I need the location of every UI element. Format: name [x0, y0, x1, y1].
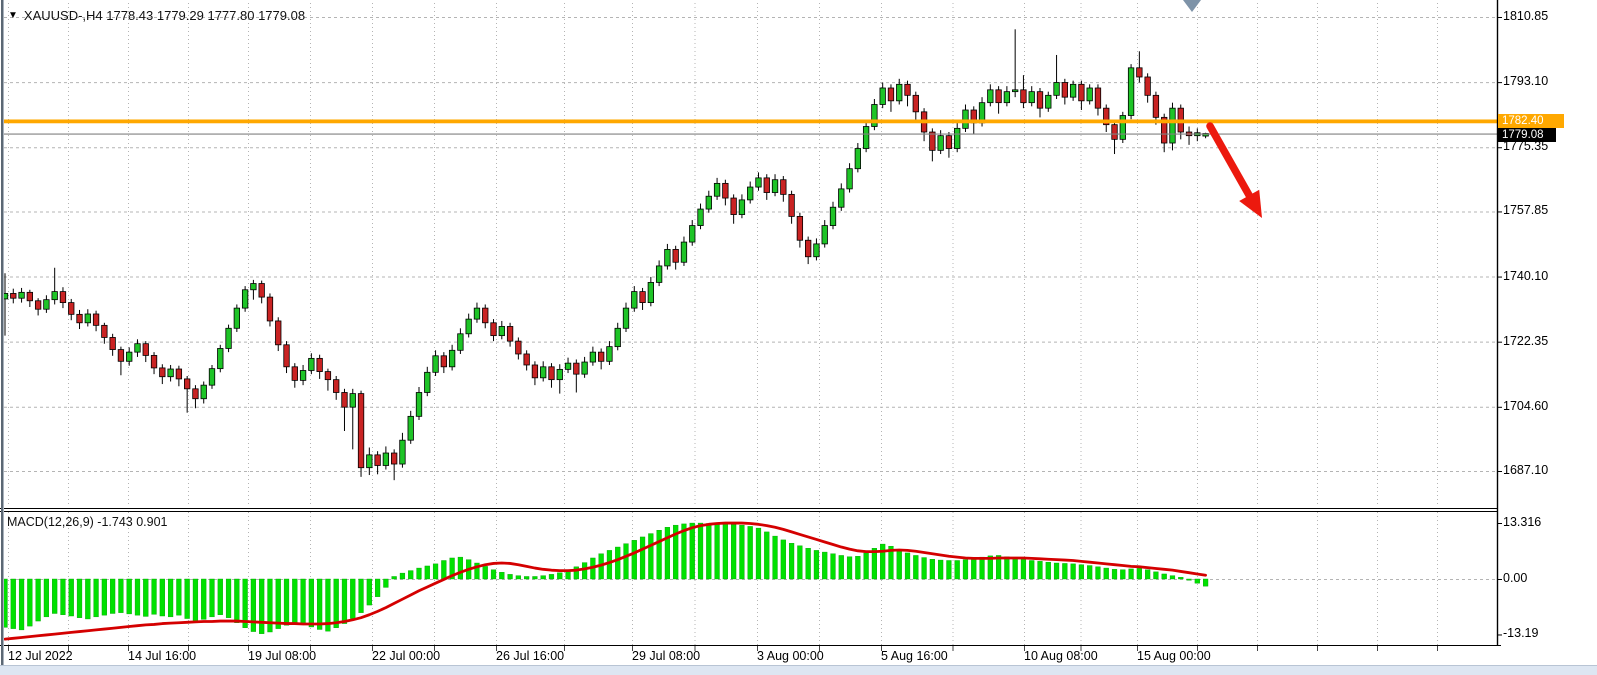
trading-chart-window: ▼ XAUUSD-,H4 1778.43 1779.29 1777.80 177… — [0, 0, 1597, 675]
chart-canvas[interactable] — [0, 0, 1597, 675]
macd-indicator-label: MACD(12,26,9) -1.743 0.901 — [7, 515, 168, 529]
date-tick-label: 29 Jul 08:00 — [632, 649, 700, 663]
hline-price-badge: 1782.40 — [1498, 114, 1564, 128]
date-tick-label: 12 Jul 2022 — [8, 649, 73, 663]
price-tick-label: 1775.35 — [1503, 139, 1548, 153]
chart-title: XAUUSD-,H4 1778.43 1779.29 1777.80 1779.… — [24, 8, 305, 23]
price-tick-label: 1793.10 — [1503, 74, 1548, 88]
date-tick-label: 26 Jul 16:00 — [496, 649, 564, 663]
date-tick-label: 19 Jul 08:00 — [248, 649, 316, 663]
macd-tick-label: 13.316 — [1503, 515, 1541, 529]
date-tick-label: 15 Aug 00:00 — [1137, 649, 1211, 663]
date-tick-label: 10 Aug 08:00 — [1024, 649, 1098, 663]
price-tick-label: 1810.85 — [1503, 9, 1548, 23]
date-tick-label: 3 Aug 00:00 — [757, 649, 824, 663]
price-tick-label: 1704.60 — [1503, 399, 1548, 413]
window-bottom-strip — [0, 665, 1597, 675]
date-tick-label: 5 Aug 16:00 — [881, 649, 948, 663]
window-left-border-light — [3, 0, 4, 665]
price-tick-label: 1722.35 — [1503, 334, 1548, 348]
price-tick-label: 1757.85 — [1503, 203, 1548, 217]
price-tick-label: 1740.10 — [1503, 269, 1548, 283]
macd-tick-label: 0.00 — [1503, 571, 1527, 585]
symbol-dropdown-icon: ▼ — [8, 11, 18, 21]
macd-tick-label: -13.19 — [1503, 626, 1538, 640]
date-tick-label: 14 Jul 16:00 — [128, 649, 196, 663]
date-tick-label: 22 Jul 00:00 — [372, 649, 440, 663]
price-tick-label: 1687.10 — [1503, 463, 1548, 477]
chart-title-bar: ▼ XAUUSD-,H4 1778.43 1779.29 1777.80 177… — [8, 8, 305, 23]
